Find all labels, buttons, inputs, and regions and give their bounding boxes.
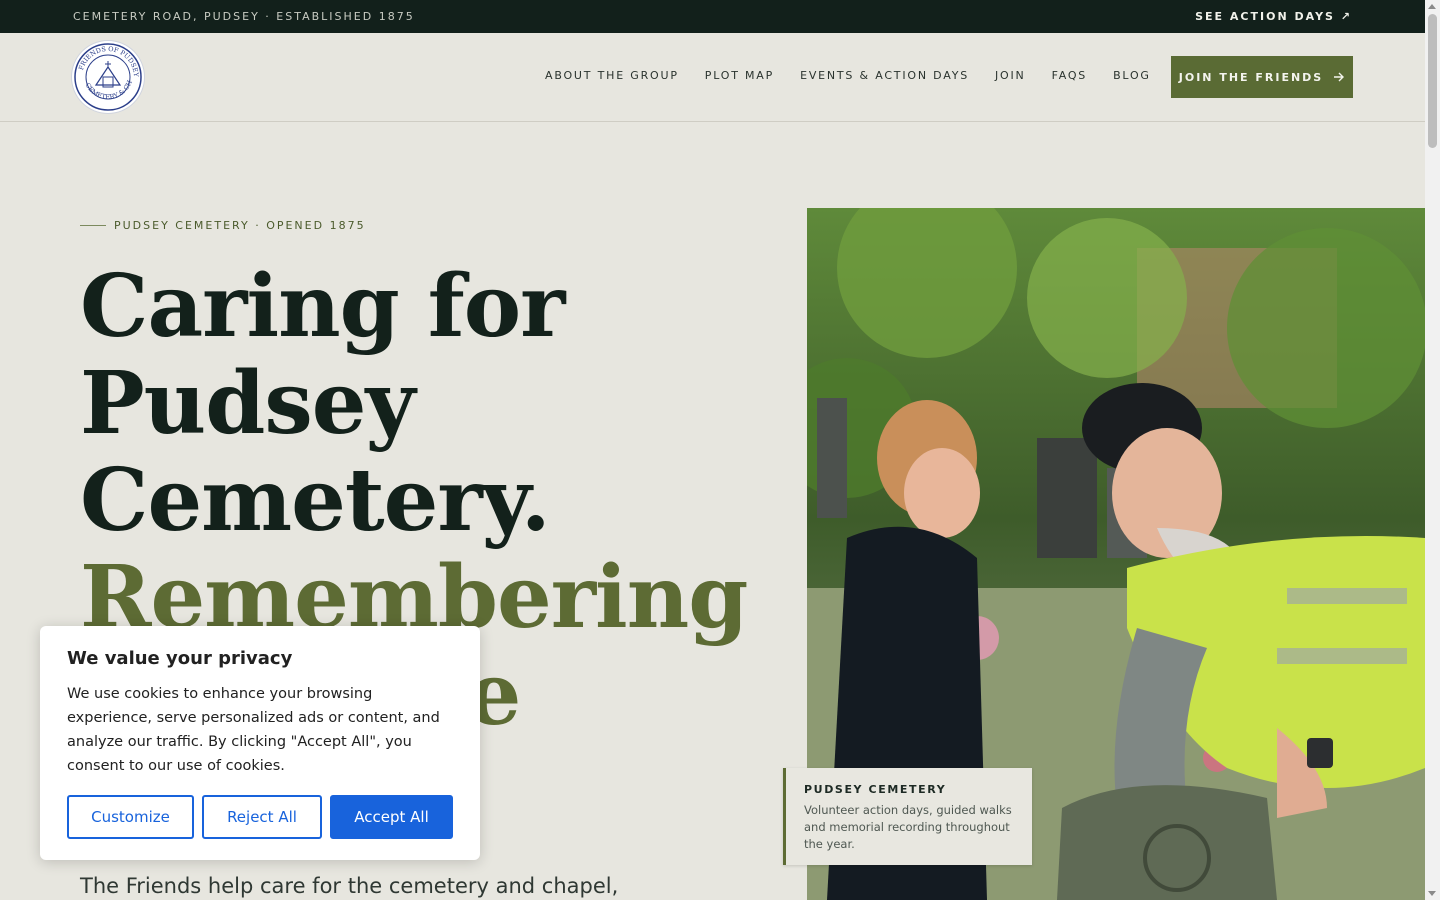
hero-eyebrow: PUDSEY CEMETERY · OPENED 1875: [80, 219, 366, 232]
cta-label: JOIN THE FRIENDS: [1178, 70, 1324, 84]
nav-about-the-group[interactable]: ABOUT THE GROUP: [545, 69, 679, 82]
address-text: CEMETERY ROAD, PUDSEY · ESTABLISHED 1875: [73, 10, 415, 23]
hero-lead: The Friends help care for the cemetery a…: [80, 874, 619, 898]
caption-description: Volunteer action days, guided walks and …: [804, 803, 1012, 851]
top-bar: CEMETERY ROAD, PUDSEY · ESTABLISHED 1875…: [0, 0, 1425, 33]
cookie-title: We value your privacy: [67, 648, 293, 669]
headline-line: Cemetery.: [80, 450, 551, 551]
join-the-friends-button[interactable]: JOIN THE FRIENDS: [1171, 56, 1353, 98]
photo-caption-card: PUDSEY CEMETERY Volunteer action days, g…: [783, 768, 1032, 865]
eyebrow-rule: [80, 225, 106, 226]
headline-line: Pudsey: [80, 353, 415, 454]
site-header: FRIENDS OF PUDSEY CEMETERY & CHAPEL ABOU…: [0, 33, 1425, 122]
main-nav: ABOUT THE GROUP PLOT MAP EVENTS & ACTION…: [545, 69, 1177, 82]
see-action-days-link[interactable]: SEE ACTION DAYS ↗: [1195, 10, 1352, 23]
cookie-message: We use cookies to enhance your browsing …: [67, 686, 440, 774]
customize-button[interactable]: Customize: [67, 795, 194, 839]
page-scrollbar[interactable]: [1425, 0, 1440, 900]
cookie-consent-banner: We value your privacy We use cookies to …: [40, 626, 480, 860]
scroll-down-icon[interactable]: [1428, 891, 1436, 896]
scrollbar-thumb[interactable]: [1428, 14, 1437, 148]
logo-emblem-icon: FRIENDS OF PUDSEY CEMETERY & CHAPEL: [72, 41, 142, 111]
site-logo[interactable]: FRIENDS OF PUDSEY CEMETERY & CHAPEL: [72, 41, 144, 113]
reject-all-button[interactable]: Reject All: [202, 795, 322, 839]
nav-blog[interactable]: BLOG: [1113, 69, 1151, 82]
nav-join[interactable]: JOIN: [995, 69, 1026, 82]
arrow-right-icon: [1334, 72, 1345, 82]
scroll-up-icon[interactable]: [1428, 4, 1436, 9]
nav-events-action-days[interactable]: EVENTS & ACTION DAYS: [800, 69, 969, 82]
nav-faqs[interactable]: FAQS: [1052, 69, 1088, 82]
caption-title: PUDSEY CEMETERY: [804, 783, 947, 796]
eyebrow-text: PUDSEY CEMETERY · OPENED 1875: [114, 219, 366, 232]
headline-line: Caring for: [80, 256, 565, 357]
nav-plot-map[interactable]: PLOT MAP: [705, 69, 774, 82]
accept-all-button[interactable]: Accept All: [330, 795, 453, 839]
